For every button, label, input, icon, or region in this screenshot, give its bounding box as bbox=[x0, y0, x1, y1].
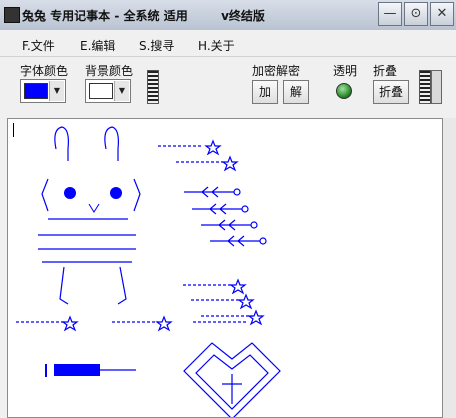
menu-search[interactable]: S.搜寻 bbox=[139, 37, 174, 54]
title-bar[interactable]: 兔兔 专用记事本 - 全系统 适用 v终结版 — ⊙ ✕ bbox=[0, 0, 456, 30]
bg-color-select[interactable]: ▼ bbox=[85, 79, 131, 103]
menu-file[interactable]: F.文件 bbox=[22, 37, 55, 54]
dropdown-arrow-icon: ▼ bbox=[49, 81, 64, 101]
encrypt-button[interactable]: 加 bbox=[252, 80, 278, 104]
toolbar-grip-handle[interactable] bbox=[147, 70, 159, 104]
menu-about[interactable]: H.关于 bbox=[198, 37, 235, 54]
menu-bar: F.文件 E.编辑 S.搜寻 H.关于 bbox=[0, 30, 456, 57]
decrypt-button[interactable]: 解 bbox=[283, 80, 309, 104]
font-color-label: 字体颜色 bbox=[20, 64, 69, 78]
editor-scrollbar[interactable] bbox=[443, 118, 456, 418]
rabbit-ear-left bbox=[54, 126, 69, 161]
transparent-label: 透明 bbox=[333, 64, 358, 78]
toolbar-edge bbox=[431, 70, 442, 104]
rabbit-eye-right bbox=[110, 187, 122, 199]
fold-label: 折叠 bbox=[373, 64, 398, 78]
restore-button[interactable]: ⊙ bbox=[404, 2, 428, 26]
font-color-swatch bbox=[24, 83, 48, 99]
bg-color-label: 背景颜色 bbox=[85, 64, 134, 78]
font-color-select[interactable]: ▼ bbox=[20, 79, 66, 103]
notepad-window: 兔兔 专用记事本 - 全系统 适用 v终结版 — ⊙ ✕ F.文件 E.编辑 S… bbox=[0, 0, 456, 418]
rabbit-ear-right bbox=[104, 126, 119, 161]
transparency-toggle-led[interactable] bbox=[336, 83, 352, 99]
fold-button[interactable]: 折叠 bbox=[373, 80, 409, 104]
close-button[interactable]: ✕ bbox=[430, 2, 454, 26]
bg-color-swatch bbox=[89, 83, 113, 99]
window-title: 兔兔 专用记事本 - 全系统 适用 v终结版 bbox=[22, 9, 265, 23]
rabbit-eye-left bbox=[64, 187, 76, 199]
heart-drawing bbox=[183, 342, 281, 417]
ascii-art-drawing bbox=[16, 126, 281, 417]
dropdown-arrow-icon: ▼ bbox=[114, 81, 129, 101]
syringe-drawing bbox=[45, 364, 136, 377]
app-icon bbox=[4, 7, 20, 23]
minimize-button[interactable]: — bbox=[378, 2, 402, 26]
text-editor[interactable] bbox=[7, 118, 443, 418]
encrypt-label: 加密解密 bbox=[252, 64, 301, 78]
menu-edit[interactable]: E.编辑 bbox=[80, 37, 115, 54]
toolbar-grip-handle[interactable] bbox=[419, 70, 431, 104]
